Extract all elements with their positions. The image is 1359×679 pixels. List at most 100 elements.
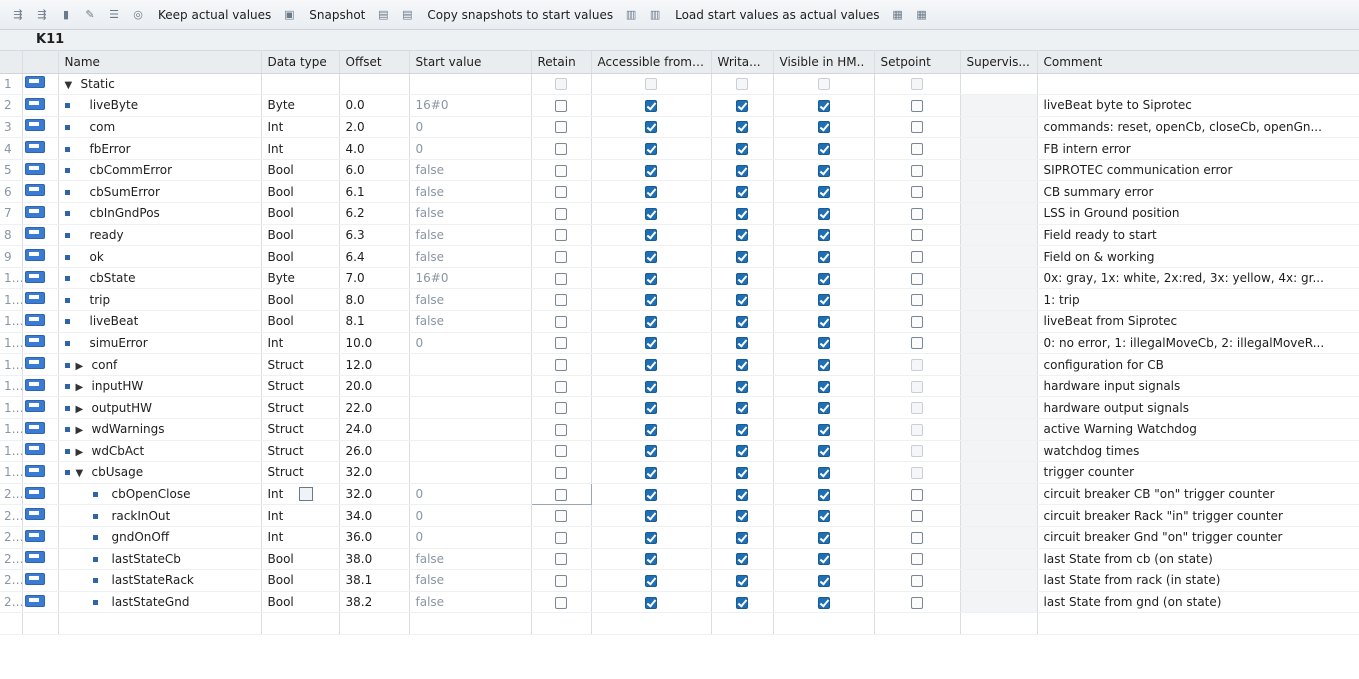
- datatype-cell[interactable]: Bool: [261, 310, 340, 333]
- setpoint-checkbox[interactable]: [911, 315, 923, 328]
- visible-cell[interactable]: [773, 332, 875, 355]
- expand-arrow-icon[interactable]: ▶: [76, 361, 86, 372]
- visible-checkbox[interactable]: [817, 186, 830, 199]
- start-value-cell[interactable]: false: [409, 159, 532, 182]
- setpoint-checkbox[interactable]: [911, 251, 923, 264]
- name-cell[interactable]: ▶ wdWarnings: [58, 418, 262, 441]
- accessible-checkbox[interactable]: [645, 315, 657, 328]
- datatype-cell[interactable]: Bool: [261, 224, 340, 247]
- start-value-cell[interactable]: [409, 418, 532, 441]
- writable-checkbox[interactable]: [736, 466, 748, 479]
- writable-cell[interactable]: [711, 418, 774, 441]
- writable-checkbox[interactable]: [736, 359, 748, 372]
- datatype-cell[interactable]: Bool: [261, 548, 340, 571]
- setpoint-cell[interactable]: [874, 180, 961, 204]
- name-cell[interactable]: simuError: [58, 332, 262, 355]
- insert-row-icon[interactable]: ⇶: [10, 7, 26, 23]
- start-value-cell[interactable]: [409, 375, 532, 398]
- retain-checkbox[interactable]: [555, 121, 567, 134]
- start-value-cell[interactable]: false: [409, 224, 532, 247]
- datatype-cell[interactable]: Struct: [261, 418, 340, 441]
- writable-cell[interactable]: [711, 353, 774, 376]
- accessible-cell[interactable]: [591, 483, 712, 506]
- setpoint-checkbox[interactable]: [911, 596, 923, 609]
- supervision-cell[interactable]: [960, 332, 1038, 355]
- visible-cell[interactable]: [773, 245, 875, 268]
- accessible-cell[interactable]: [591, 116, 712, 139]
- comment-cell[interactable]: trigger counter: [1037, 461, 1359, 484]
- writable-checkbox[interactable]: [736, 272, 748, 285]
- empty-cell[interactable]: [0, 612, 23, 635]
- writable-cell[interactable]: [711, 548, 774, 571]
- retain-cell[interactable]: [531, 569, 592, 592]
- accessible-checkbox[interactable]: [645, 510, 657, 523]
- accessible-checkbox[interactable]: [645, 531, 657, 544]
- empty-cell[interactable]: [339, 612, 410, 635]
- datatype-cell[interactable]: Byte: [261, 94, 340, 117]
- expand-arrow-icon[interactable]: ▶: [76, 382, 86, 393]
- setpoint-checkbox[interactable]: [911, 510, 923, 523]
- writable-cell[interactable]: [711, 137, 774, 160]
- start-value-cell[interactable]: 0: [409, 526, 532, 549]
- retain-cell[interactable]: [531, 375, 592, 398]
- retain-cell[interactable]: [531, 288, 592, 312]
- col-header-supervision[interactable]: Supervis...: [960, 51, 1038, 74]
- visible-checkbox[interactable]: [817, 553, 830, 566]
- visible-cell[interactable]: [773, 526, 875, 549]
- start-value-cell[interactable]: false: [409, 180, 532, 204]
- datatype-cell[interactable]: Bool: [261, 288, 340, 312]
- comment-cell[interactable]: CB summary error: [1037, 180, 1359, 204]
- writable-checkbox[interactable]: [736, 380, 748, 393]
- visible-checkbox[interactable]: [817, 574, 830, 587]
- start-value-cell[interactable]: [409, 353, 532, 376]
- snapshot-button[interactable]: Snapshot ▤ ▤: [309, 7, 419, 23]
- comment-cell[interactable]: LSS in Ground position: [1037, 202, 1359, 225]
- comment-cell[interactable]: watchdog times: [1037, 440, 1359, 463]
- writable-cell[interactable]: [711, 504, 774, 527]
- datatype-cell[interactable]: Bool: [261, 591, 340, 614]
- table-row[interactable]: 6 cbSumError Bool 6.1 false CB summary error: [0, 180, 1359, 204]
- table-row[interactable]: 3 com Int 2.0 0 commands: reset, openCb, clos…: [0, 116, 1359, 139]
- accessible-checkbox[interactable]: [645, 121, 657, 134]
- table-row[interactable]: 16 ▶ outputHW Struct 22.0 hardware output sig…: [0, 396, 1359, 419]
- visible-checkbox[interactable]: [817, 143, 830, 156]
- name-cell[interactable]: ▶ conf: [58, 353, 262, 376]
- retain-checkbox[interactable]: [555, 380, 567, 393]
- datatype-cell[interactable]: Int: [261, 504, 340, 527]
- accessible-checkbox[interactable]: [645, 596, 657, 609]
- table-row[interactable]: 18 ▶ wdCbAct Struct 26.0 watchdog times: [0, 440, 1359, 463]
- start-value-cell[interactable]: false: [409, 288, 532, 312]
- retain-cell[interactable]: [531, 267, 592, 290]
- setpoint-cell[interactable]: [874, 137, 961, 160]
- supervision-cell[interactable]: [960, 159, 1038, 182]
- datatype-cell[interactable]: Byte: [261, 267, 340, 290]
- visible-cell[interactable]: [773, 94, 875, 117]
- supervision-cell[interactable]: [960, 224, 1038, 247]
- accessible-cell[interactable]: [591, 180, 712, 204]
- monitor-icon[interactable]: ◎: [130, 7, 146, 23]
- writable-cell[interactable]: [711, 332, 774, 355]
- retain-checkbox[interactable]: [555, 251, 567, 264]
- empty-cell[interactable]: [874, 612, 961, 635]
- retain-cell[interactable]: [531, 396, 592, 419]
- datatype-cell[interactable]: Struct: [261, 461, 340, 484]
- retain-cell[interactable]: [531, 418, 592, 441]
- writable-checkbox[interactable]: [736, 574, 748, 587]
- visible-checkbox[interactable]: [817, 359, 830, 372]
- visible-cell[interactable]: [773, 504, 875, 527]
- setpoint-cell[interactable]: [874, 461, 961, 484]
- name-cell[interactable]: cbState: [58, 267, 262, 290]
- datatype-cell[interactable]: Bool: [261, 159, 340, 182]
- writable-checkbox[interactable]: [736, 596, 748, 609]
- copy-snapshots-button[interactable]: Copy snapshots to start values ▥ ▥: [427, 7, 667, 23]
- comment-cell[interactable]: Field on & working: [1037, 245, 1359, 268]
- accessible-checkbox[interactable]: [645, 251, 657, 264]
- writable-cell[interactable]: [711, 461, 774, 484]
- collapse-arrow-icon[interactable]: ▼: [65, 80, 75, 91]
- setpoint-checkbox[interactable]: [911, 574, 923, 587]
- visible-cell[interactable]: [773, 396, 875, 419]
- name-cell[interactable]: cbSumError: [58, 180, 262, 204]
- visible-checkbox[interactable]: [817, 466, 830, 479]
- name-cell[interactable]: ▶ inputHW: [58, 375, 262, 398]
- accessible-checkbox[interactable]: [645, 423, 657, 436]
